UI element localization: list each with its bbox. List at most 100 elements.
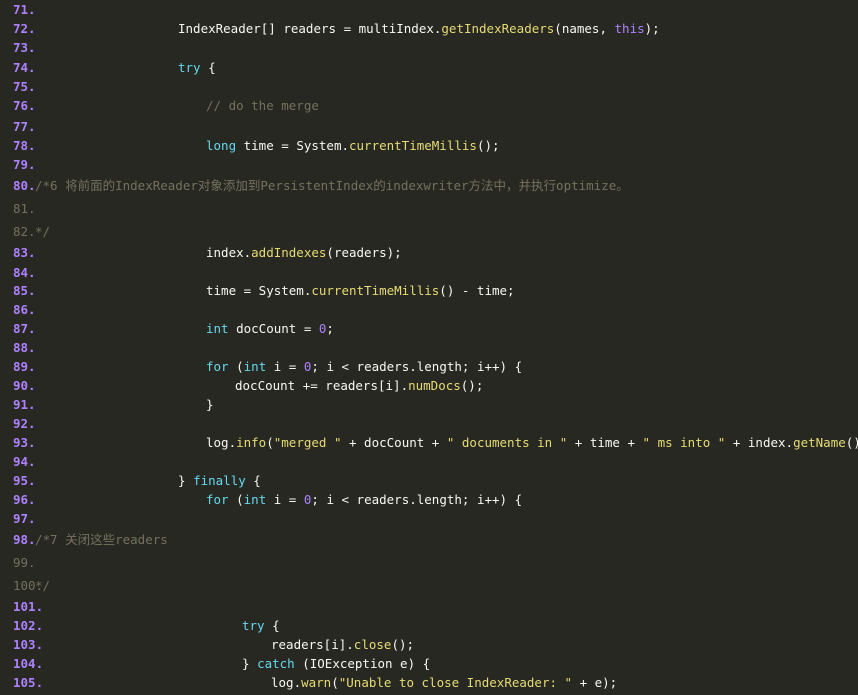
code-token: readers[i]. xyxy=(271,637,354,652)
code-token: } xyxy=(206,397,214,412)
code-line: 75. xyxy=(0,77,858,96)
code-line: 73. xyxy=(0,38,858,57)
line-number: 101. xyxy=(13,599,44,614)
code-text: try { xyxy=(242,616,280,635)
code-line: 81. xyxy=(0,199,858,218)
code-line: 101. xyxy=(0,597,858,616)
code-text: } xyxy=(206,395,214,414)
line-number: 77. xyxy=(13,119,36,134)
code-line: 79. xyxy=(0,155,858,174)
code-token: log. xyxy=(271,675,302,690)
code-text: log.warn("Unable to close IndexReader: "… xyxy=(271,673,617,692)
code-line: 72. IndexReader[] readers = multiIndex.ge… xyxy=(0,19,858,38)
code-token: " ms into " xyxy=(642,435,726,450)
code-token: i = xyxy=(266,492,304,507)
code-editor[interactable]: 71. 72. IndexReader[] readers = multiIndex… xyxy=(0,0,858,695)
code-token: ( xyxy=(266,435,274,450)
line-number: 79. xyxy=(13,157,36,172)
line-number: 82. xyxy=(13,224,36,239)
code-text: } catch (IOException e) { xyxy=(242,654,430,673)
code-token: int xyxy=(243,492,267,507)
code-line: 82. */ xyxy=(0,222,858,241)
code-token: (IOException e) { xyxy=(294,656,431,671)
code-token: ; i < readers.length; i++) { xyxy=(311,359,523,374)
line-number: 94. xyxy=(13,454,36,469)
line-number: 91. xyxy=(13,397,36,412)
code-token: ); xyxy=(644,21,660,36)
code-token: + time + xyxy=(567,435,643,450)
code-token: for xyxy=(206,492,229,507)
code-line: 76. // do the merge xyxy=(0,96,858,115)
code-text: time = System.currentTimeMillis() - time… xyxy=(206,281,515,300)
code-token: "merged " xyxy=(273,435,342,450)
line-number: 71. xyxy=(13,2,36,17)
code-text: */ xyxy=(35,222,50,241)
code-line: 95.} finally { xyxy=(0,471,858,490)
line-number: 78. xyxy=(13,138,36,153)
code-token: */ xyxy=(35,578,51,593)
code-token: index. xyxy=(206,245,252,260)
code-token: currentTimeMillis xyxy=(311,283,440,298)
code-token: (names, xyxy=(554,21,615,36)
code-token: docCount += readers[i]. xyxy=(235,378,409,393)
code-text: long time = System.currentTimeMillis(); xyxy=(206,136,500,155)
line-number: 80. xyxy=(13,178,36,193)
line-number: 99. xyxy=(13,555,36,570)
code-token: info xyxy=(236,435,267,450)
code-line: 99. xyxy=(0,553,858,572)
code-token: log. xyxy=(206,435,237,450)
code-line: 74. try { xyxy=(0,58,858,77)
code-line: 83. index.addIndexes(readers); xyxy=(0,243,858,262)
code-token: "Unable to close IndexReader: " xyxy=(338,675,573,690)
code-token: numDocs xyxy=(408,378,461,393)
line-number: 73. xyxy=(13,40,36,55)
code-token: ; xyxy=(326,321,334,336)
code-line: 86. xyxy=(0,300,858,319)
code-line: 84. xyxy=(0,263,858,282)
line-number: 72. xyxy=(13,21,36,36)
code-token: int xyxy=(206,321,229,336)
code-token: docCount = xyxy=(228,321,319,336)
line-number: 85. xyxy=(13,283,36,298)
code-token: currentTimeMillis xyxy=(349,138,477,153)
code-line: 104. } catch (IOException e) { xyxy=(0,654,858,673)
line-number: 102. xyxy=(13,618,44,633)
code-token: + index. xyxy=(725,435,794,450)
code-token: try xyxy=(242,618,265,633)
code-text: log.info("merged " + docCount + " docume… xyxy=(206,433,858,452)
code-text: /*6 将前面的IndexReader对象添加到PersistentIndex的… xyxy=(35,176,629,195)
code-line: 90. docCount += readers[i].numDocs(); xyxy=(0,376,858,395)
code-token: { xyxy=(264,618,280,633)
code-token: + docCount + xyxy=(341,435,447,450)
code-text: for (int i = 0; i < readers.length; i++)… xyxy=(206,490,522,509)
line-number: 92. xyxy=(13,416,36,431)
code-token: } xyxy=(242,656,258,671)
code-token: " documents in " xyxy=(446,435,568,450)
code-token: warn xyxy=(301,675,332,690)
code-text: // do the merge xyxy=(206,96,319,115)
code-line: 93. log.info("merged " + docCount + " doc… xyxy=(0,433,858,452)
code-line: 100. */ xyxy=(0,576,858,595)
code-token: close xyxy=(353,637,392,652)
code-token: time = System. xyxy=(206,283,312,298)
line-number: 87. xyxy=(13,321,36,336)
code-token: { xyxy=(245,473,261,488)
code-token: */ xyxy=(35,224,51,239)
code-token: /*6 将前面的IndexReader对象添加到PersistentIndex的… xyxy=(35,178,629,193)
code-line: 94. xyxy=(0,452,858,471)
line-number: 83. xyxy=(13,245,36,260)
code-token: + e); xyxy=(572,675,618,690)
code-text: readers[i].close(); xyxy=(271,635,414,654)
code-token: for xyxy=(206,359,229,374)
code-text: } finally { xyxy=(178,471,261,490)
code-token: { xyxy=(200,60,216,75)
line-number: 104. xyxy=(13,656,44,671)
code-token: addIndexes xyxy=(251,245,327,260)
code-token: getIndexReaders xyxy=(441,21,555,36)
code-line: 105. log.warn("Unable to close IndexReade… xyxy=(0,673,858,692)
line-number: 97. xyxy=(13,511,36,526)
code-token: (); xyxy=(391,637,415,652)
code-line: 77. xyxy=(0,117,858,136)
code-text: */ xyxy=(35,576,50,595)
line-number: 84. xyxy=(13,265,36,280)
